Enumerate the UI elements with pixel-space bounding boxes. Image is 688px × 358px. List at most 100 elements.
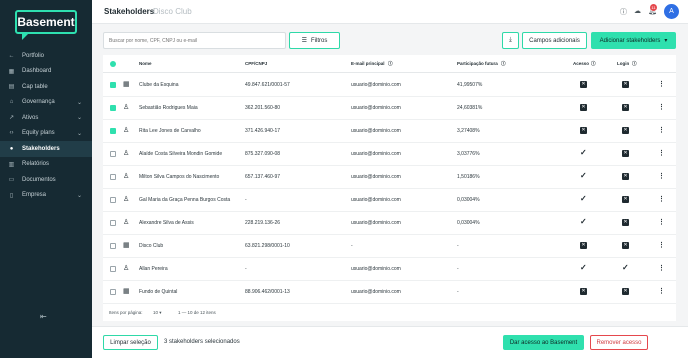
info-icon: ⓘ [632, 61, 637, 66]
stakeholder-email: usuario@dominio.com [351, 128, 401, 134]
stakeholder-name[interactable]: Alexandre Silva de Assis [139, 220, 194, 226]
more-options-icon[interactable]: ⋮ [658, 287, 665, 295]
table-row[interactable]: ▦ Disco Club 63.821.298/0001-10 - - ✕ ✕ ⋮ [103, 235, 676, 258]
company-name: Disco Club [153, 7, 192, 16]
stakeholder-doc: 49.847.621/0001-57 [245, 82, 290, 88]
chevron-down-icon: ▾ [159, 310, 162, 315]
sidebar-item-portfolio[interactable]: ← Portfolio [0, 48, 92, 64]
page-size-select[interactable]: 10 ▾ [153, 310, 162, 316]
more-options-icon[interactable]: ⋮ [658, 103, 665, 111]
sidebar-item-ativos[interactable]: ↗ Ativos ⌄ [0, 110, 92, 126]
col-login[interactable]: Login [617, 61, 629, 66]
col-access[interactable]: Acesso [573, 61, 589, 66]
stakeholder-email: usuario@dominio.com [351, 266, 401, 272]
trend-icon: ↗ [8, 115, 15, 122]
grant-access-button[interactable]: Dar acesso ao Basement [503, 335, 584, 350]
stakeholder-name[interactable]: Fundo de Quintal [139, 289, 177, 295]
table-row[interactable]: ♙ Allan Pereira - usuario@dominio.com - ✓ ✓ ⋮ [103, 258, 676, 281]
stakeholder-name[interactable]: Alaíde Costa Silveira Mondin Gomide [139, 151, 222, 157]
sidebar-item-label: Governança [22, 99, 55, 106]
stakeholder-name[interactable]: Disco Club [139, 243, 163, 249]
add-stakeholders-button[interactable]: Adicionar stakeholders ▾ [591, 32, 676, 49]
stakeholder-email: usuario@dominio.com [351, 197, 401, 203]
stakeholder-doc: 88.906.462/0001-13 [245, 289, 290, 295]
more-options-icon[interactable]: ⋮ [658, 218, 665, 226]
row-checkbox[interactable] [110, 220, 116, 226]
table-row[interactable]: ♙ Sebastião Rodrigues Maia 362.201.560-80 u… [103, 97, 676, 120]
more-options-icon[interactable]: ⋮ [658, 195, 665, 203]
more-options-icon[interactable]: ⋮ [658, 264, 665, 272]
row-checkbox[interactable] [110, 266, 116, 272]
help-icon[interactable]: ⓘ [620, 7, 627, 17]
filters-button[interactable]: ☰ Filtros [289, 32, 340, 49]
row-checkbox[interactable] [110, 82, 116, 88]
clear-selection-button[interactable]: Limpar seleção [103, 335, 158, 350]
cloud-icon[interactable]: ☁ [634, 7, 641, 15]
collapse-sidebar-icon[interactable]: ⇤ [40, 312, 47, 321]
table-row[interactable]: ♙ Milton Silva Campos do Nascimento 657.13… [103, 166, 676, 189]
table-row[interactable]: ♙ Alaíde Costa Silveira Mondin Gomide 875.… [103, 143, 676, 166]
table-row[interactable]: ♙ Alexandre Silva de Assis 228.219.136-26 u… [103, 212, 676, 235]
stakeholder-name[interactable]: Rita Lee Jones de Carvalho [139, 128, 201, 134]
stakeholder-name[interactable]: Gal Maria da Graça Penna Burgos Costa [139, 197, 230, 203]
sidebar-item-dashboard[interactable]: ▦ Dashboard [0, 64, 92, 80]
col-participation[interactable]: Participação futura [457, 61, 498, 66]
more-options-icon[interactable]: ⋮ [658, 172, 665, 180]
remove-access-button[interactable]: Remover acesso [590, 335, 648, 350]
stakeholder-participation: 1,50186% [457, 174, 480, 180]
sidebar-item-equity-plans[interactable]: ‹› Equity plans ⌄ [0, 126, 92, 142]
login-denied-icon: ✕ [622, 219, 629, 226]
access-granted-icon: ✓ [580, 263, 587, 272]
stakeholder-name[interactable]: Allan Pereira [139, 266, 168, 272]
more-options-icon[interactable]: ⋮ [658, 126, 665, 134]
person-icon: ♙ [123, 104, 130, 111]
brand-logo[interactable]: Basement [15, 10, 77, 34]
login-denied-icon: ✕ [622, 104, 629, 111]
sidebar-item-governanca[interactable]: ⌂ Governança ⌄ [0, 95, 92, 111]
sidebar-item-label: Cap table [22, 83, 48, 90]
login-denied-icon: ✕ [622, 173, 629, 180]
search-input[interactable] [103, 32, 286, 49]
col-doc[interactable]: CPF/CNPJ [245, 61, 267, 66]
login-denied-icon: ✕ [622, 127, 629, 134]
more-options-icon[interactable]: ⋮ [658, 149, 665, 157]
table-row[interactable]: ♙ Gal Maria da Graça Penna Burgos Costa - u… [103, 189, 676, 212]
login-denied-icon: ✕ [622, 150, 629, 157]
stakeholder-doc: - [245, 197, 247, 203]
row-checkbox[interactable] [110, 128, 116, 134]
col-email[interactable]: E-mail principal [351, 61, 385, 66]
sidebar-item-relatorios[interactable]: ▥ Relatórios [0, 157, 92, 173]
table-icon: ▤ [8, 84, 15, 91]
bank-icon: ⌂ [9, 99, 14, 106]
extra-fields-button[interactable]: Campos adicionais [522, 32, 587, 49]
sidebar-item-documentos[interactable]: ▭ Documentos [0, 172, 92, 188]
select-all-checkbox[interactable] [110, 61, 116, 67]
stakeholder-name[interactable]: Milton Silva Campos do Nascimento [139, 174, 219, 180]
stakeholder-participation: 41,99507% [457, 82, 483, 88]
row-checkbox[interactable] [110, 197, 116, 203]
download-button[interactable]: ⤓ [502, 32, 519, 49]
more-options-icon[interactable]: ⋮ [658, 241, 665, 249]
table-row[interactable]: ▦ Fundo de Quintal 88.906.462/0001-13 usuar… [103, 281, 676, 304]
row-checkbox[interactable] [110, 289, 116, 295]
sidebar-item-cap-table[interactable]: ▤ Cap table [0, 79, 92, 95]
row-checkbox[interactable] [110, 151, 116, 157]
access-denied-icon: ✕ [580, 127, 587, 134]
table-row[interactable]: ▦ Clube da Esquina 49.847.621/0001-57 usuar… [103, 74, 676, 97]
col-name[interactable]: Nome [139, 61, 152, 66]
stakeholder-doc: - [245, 266, 247, 272]
person-icon: ♙ [123, 196, 130, 203]
row-checkbox[interactable] [110, 243, 116, 249]
row-checkbox[interactable] [110, 105, 116, 111]
sidebar-item-stakeholders[interactable]: ● Stakeholders [0, 141, 92, 157]
stakeholder-email: usuario@dominio.com [351, 105, 401, 111]
sidebar-item-empresa[interactable]: ▯ Empresa ⌄ [0, 188, 92, 204]
avatar[interactable]: A [664, 4, 679, 19]
stakeholder-name[interactable]: Clube da Esquina [139, 82, 178, 88]
more-options-icon[interactable]: ⋮ [658, 80, 665, 88]
row-checkbox[interactable] [110, 174, 116, 180]
filters-label: Filtros [311, 37, 328, 44]
stakeholder-name[interactable]: Sebastião Rodrigues Maia [139, 105, 198, 111]
table-row[interactable]: ♙ Rita Lee Jones de Carvalho 371.426.940-1… [103, 120, 676, 143]
stakeholder-participation: 3,27408% [457, 128, 480, 134]
